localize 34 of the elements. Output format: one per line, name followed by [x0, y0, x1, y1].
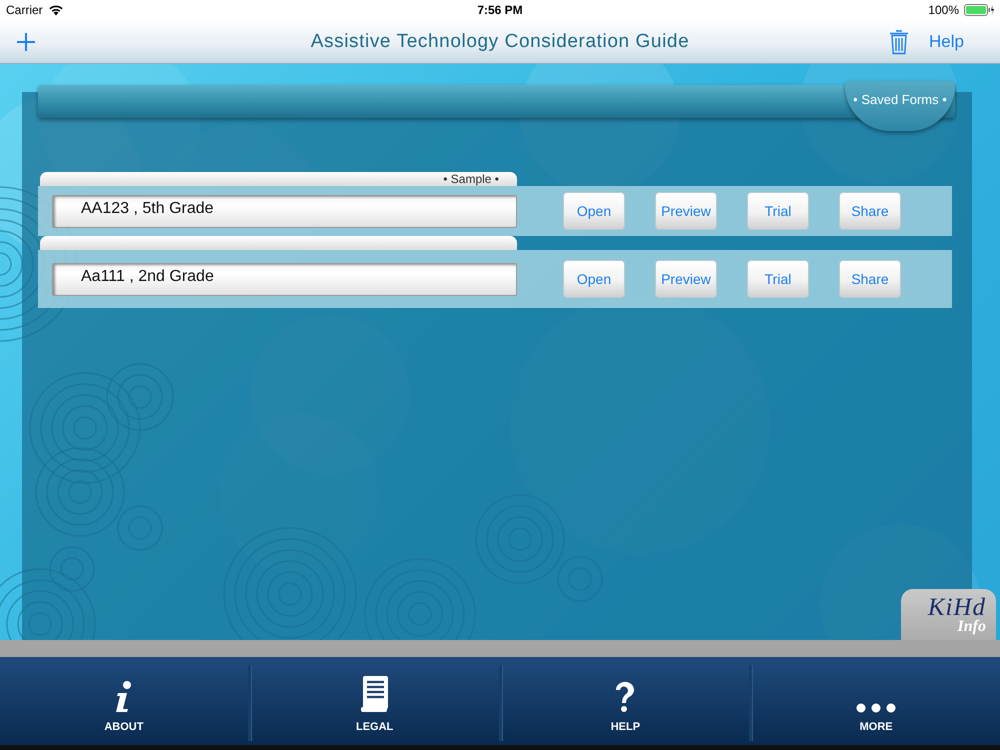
battery-percent: 100%: [928, 3, 959, 17]
logo-subtext: Info: [958, 619, 986, 635]
clock-label: 7:56 PM: [477, 3, 523, 17]
tab-bar-item[interactable]: LEGAL: [250, 657, 498, 745]
form-action-button[interactable]: Open: [563, 260, 625, 298]
tab-label: LEGAL: [356, 721, 394, 733]
document-icon: [360, 675, 390, 713]
battery-icon: [964, 4, 994, 16]
tab-label: HELP: [610, 721, 640, 733]
saved-forms-tab[interactable]: • Saved Forms •: [845, 81, 955, 131]
logo-text: KiHd: [928, 597, 986, 619]
add-icon[interactable]: [16, 32, 36, 52]
more-icon: [856, 703, 896, 713]
trash-icon[interactable]: [889, 28, 910, 54]
help-link[interactable]: Help: [929, 32, 964, 52]
tab-bar-item[interactable]: MORE: [752, 657, 1000, 745]
form-action-button[interactable]: Preview: [655, 260, 717, 298]
form-action-button[interactable]: Share: [839, 260, 901, 298]
tab-bar-item[interactable]: HELP: [502, 657, 750, 745]
wifi-icon: [48, 4, 64, 16]
form-action-button[interactable]: Trial: [747, 192, 809, 230]
app-title: Assistive Technology Consideration Guide: [310, 30, 690, 52]
form-action-button[interactable]: Trial: [747, 260, 809, 298]
tab-label: ABOUT: [104, 721, 144, 733]
tab-label: MORE: [860, 721, 893, 733]
form-name-field[interactable]: Aa111 , 2nd Grade: [52, 262, 517, 296]
carrier-label: Carrier: [6, 3, 43, 17]
form-action-button[interactable]: Share: [839, 192, 901, 230]
form-name-field[interactable]: AA123 , 5th Grade: [52, 194, 517, 228]
form-action-button[interactable]: Open: [563, 192, 625, 230]
form-action-button[interactable]: Preview: [655, 192, 717, 230]
question-icon: [614, 681, 636, 713]
form-tab-label: • Sample •: [443, 172, 499, 186]
tab-bar-item[interactable]: ABOUT: [0, 657, 248, 745]
